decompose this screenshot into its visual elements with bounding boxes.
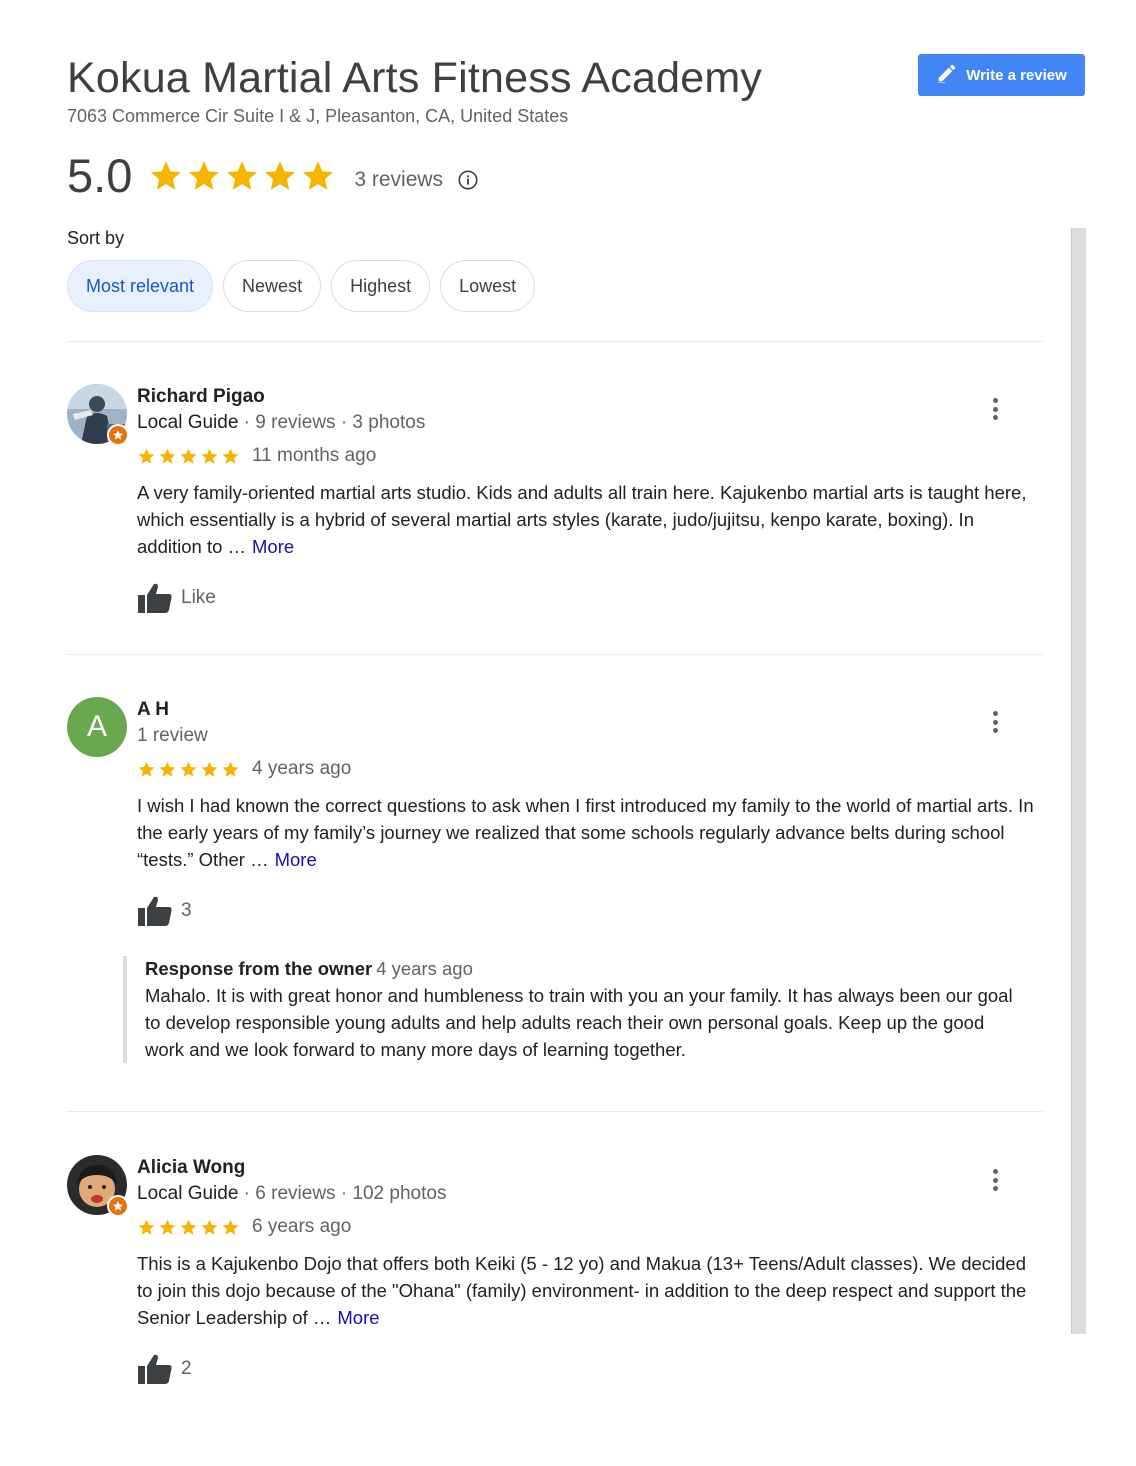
review-stars [137, 447, 240, 466]
write-review-label: Write a review [966, 66, 1067, 84]
review-snippet: This is a Kajukenbo Dojo that offers bot… [137, 1253, 1027, 1328]
reviewer-meta: Local Guide · 9 reviews · 3 photos [137, 410, 1037, 436]
star-icon [227, 161, 258, 190]
reviewer-name[interactable]: Alicia Wong [137, 1155, 1037, 1181]
avatar-letter: A [67, 697, 127, 757]
pencil-icon [936, 62, 958, 88]
place-header: Kokua Martial Arts Fitness Academy 7063 … [67, 52, 762, 128]
review-snippet: I wish I had known the correct questions… [137, 795, 1034, 870]
local-guide-badge-icon [107, 424, 129, 446]
info-icon[interactable] [457, 169, 479, 191]
reviewer-name[interactable]: Richard Pigao [137, 384, 1037, 410]
reviewer-meta: Local Guide · 6 reviews · 102 photos [137, 1181, 1037, 1207]
star-icon [222, 761, 239, 777]
star-icon [138, 448, 155, 464]
rating-stars [148, 158, 336, 194]
sort-chip-most-relevant[interactable]: Most relevant [67, 260, 214, 312]
review-time: 6 years ago [252, 1216, 352, 1237]
more-link[interactable]: More [337, 1307, 379, 1328]
local-guide-badge-icon [107, 1195, 129, 1217]
review-stars [137, 1218, 240, 1237]
thumbs-up-icon[interactable] [137, 895, 173, 927]
like-row: 2 [137, 1353, 1037, 1385]
star-icon [201, 448, 218, 464]
star-icon [222, 448, 239, 464]
owner-response-header: Response from the owner 4 years ago [145, 956, 1023, 982]
like-count: 3 [181, 900, 192, 921]
review-text: A very family-oriented martial arts stud… [137, 479, 1037, 560]
reviewer-name[interactable]: A H [137, 697, 1037, 723]
star-icon [138, 1219, 155, 1235]
average-rating: 5.0 [67, 149, 133, 202]
review-rating-row: 6 years ago [137, 1216, 1037, 1238]
star-icon [159, 761, 176, 777]
divider [67, 654, 1043, 655]
reviewer-meta: 1 review [137, 725, 208, 746]
avatar[interactable] [67, 384, 129, 446]
like-row: 3 [137, 895, 1037, 927]
owner-response-label: Response from the owner [145, 958, 373, 979]
reviewer-stats: · 9 reviews · 3 photos [238, 412, 426, 433]
star-icon [159, 448, 176, 464]
star-icon [180, 761, 197, 777]
star-icon [265, 161, 296, 190]
star-icon [189, 161, 220, 190]
star-icon [159, 1219, 176, 1235]
star-icon [138, 761, 155, 777]
sort-chips: Most relevant Newest Highest Lowest [67, 260, 536, 312]
star-icon [222, 1219, 239, 1235]
thumbs-up-icon[interactable] [137, 582, 173, 614]
more-vert-icon[interactable] [985, 1167, 1005, 1193]
star-icon [201, 761, 218, 777]
more-vert-icon[interactable] [985, 396, 1005, 422]
star-icon [151, 161, 182, 190]
rating-summary: 5.0 3 reviews [67, 148, 479, 204]
place-address: 7063 Commerce Cir Suite I & J, Pleasanto… [67, 106, 569, 126]
review-stars [137, 760, 240, 779]
star-icon [201, 1219, 218, 1235]
reviewer-stats: · 6 reviews · 102 photos [238, 1183, 447, 1204]
sort-chip-highest[interactable]: Highest [331, 260, 431, 312]
more-link[interactable]: More [252, 536, 294, 557]
divider [67, 1111, 1043, 1112]
owner-response-time: 4 years ago [376, 958, 473, 979]
review-text: I wish I had known the correct questions… [137, 792, 1037, 873]
like-row: Like [137, 582, 1037, 614]
more-link[interactable]: More [275, 849, 317, 870]
review-time: 11 months ago [252, 445, 377, 466]
local-guide-label: Local Guide [137, 1183, 239, 1204]
more-vert-icon[interactable] [985, 709, 1005, 735]
like-count: 2 [181, 1358, 192, 1379]
write-review-button[interactable]: Write a review [918, 54, 1085, 96]
local-guide-label: Local Guide [137, 412, 239, 433]
divider [67, 341, 1043, 342]
sort-chip-newest[interactable]: Newest [223, 260, 322, 312]
avatar[interactable]: A [67, 697, 127, 757]
owner-response-text: Mahalo. It is with great honor and humbl… [145, 985, 1013, 1060]
avatar[interactable] [67, 1155, 129, 1217]
sort-label: Sort by [67, 228, 125, 248]
reviews-count: 3 reviews [354, 168, 444, 191]
scrollbar[interactable] [1071, 228, 1086, 1334]
review-time: 4 years ago [252, 758, 352, 779]
star-icon [303, 161, 334, 190]
owner-response: Response from the owner 4 years ago Mahal… [123, 956, 1023, 1063]
star-icon [180, 448, 197, 464]
like-count: Like [181, 587, 216, 608]
star-icon [180, 1219, 197, 1235]
sort-chip-lowest[interactable]: Lowest [440, 260, 536, 312]
review-text: This is a Kajukenbo Dojo that offers bot… [137, 1250, 1037, 1331]
thumbs-up-icon[interactable] [137, 1353, 173, 1385]
page-title: Kokua Martial Arts Fitness Academy [67, 54, 763, 102]
review-rating-row: 4 years ago [137, 758, 1037, 780]
review-rating-row: 11 months ago [137, 445, 1037, 467]
